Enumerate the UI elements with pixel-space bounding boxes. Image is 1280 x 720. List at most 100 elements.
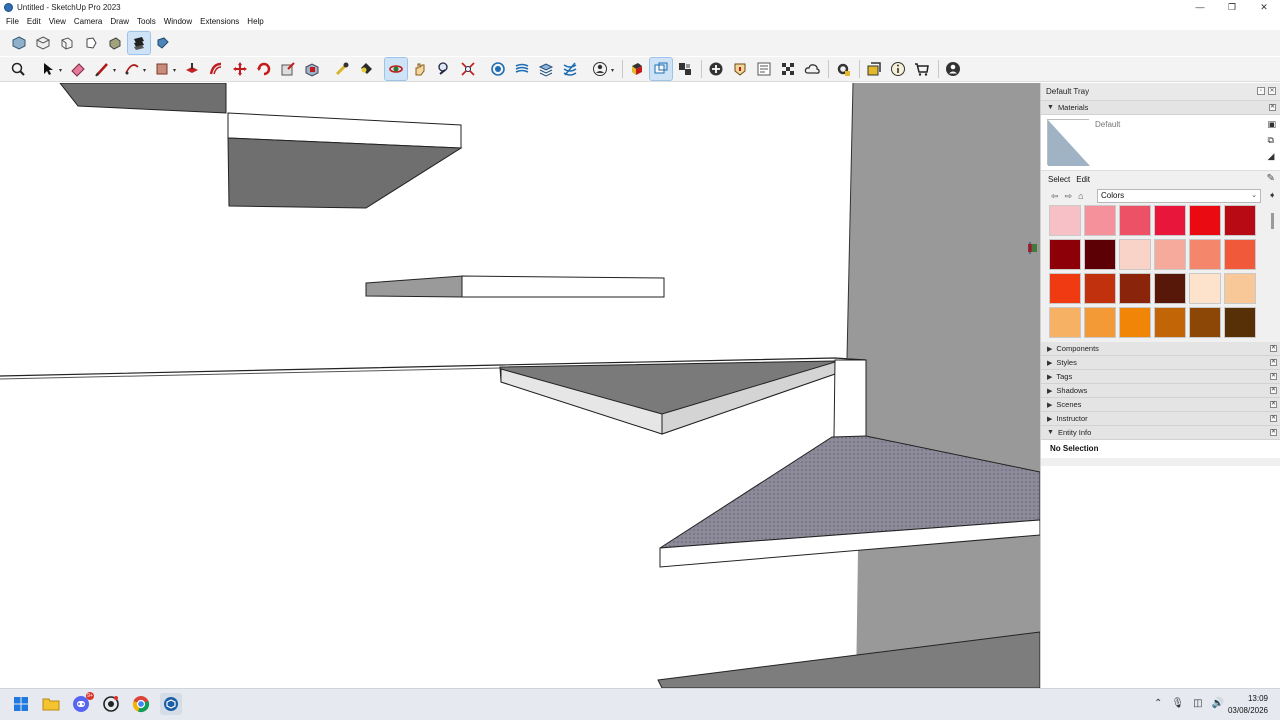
- right-view-icon[interactable]: [80, 32, 102, 54]
- orbit-icon[interactable]: [384, 57, 408, 81]
- minimize-button[interactable]: —: [1184, 0, 1216, 14]
- microphone-icon[interactable]: 🎙: [1171, 698, 1184, 709]
- rectangle-icon[interactable]: ▾: [151, 58, 176, 80]
- components-icon[interactable]: [626, 58, 648, 80]
- shadows-panel-header[interactable]: ▶ Shadows ✕: [1041, 384, 1280, 398]
- scenes-icon[interactable]: [674, 58, 696, 80]
- color-swatch[interactable]: [1154, 239, 1186, 270]
- menu-tools[interactable]: Tools: [133, 14, 160, 29]
- color-swatch[interactable]: [1154, 205, 1186, 236]
- zoom-icon[interactable]: [433, 58, 455, 80]
- color-swatch[interactable]: [1049, 307, 1081, 338]
- close-panel-icon[interactable]: ✕: [1270, 387, 1277, 394]
- sandbox-icon[interactable]: [511, 58, 533, 80]
- close-panel-icon[interactable]: ✕: [1270, 415, 1277, 422]
- color-swatch[interactable]: [1189, 239, 1221, 270]
- offset-icon[interactable]: [205, 58, 227, 80]
- network-icon[interactable]: ◫: [1193, 698, 1202, 709]
- chevron-up-icon[interactable]: ⌃: [1154, 698, 1162, 709]
- color-swatch[interactable]: [1119, 307, 1151, 338]
- color-swatch[interactable]: [1224, 307, 1256, 338]
- maximize-button[interactable]: ❐: [1216, 0, 1248, 14]
- styles-icon[interactable]: [559, 58, 581, 80]
- cloud-icon[interactable]: [801, 58, 823, 80]
- close-panel-icon[interactable]: ✕: [1270, 345, 1277, 352]
- collection-select[interactable]: Colors ⌄: [1097, 189, 1261, 203]
- chrome-icon[interactable]: [130, 693, 152, 715]
- color-swatch[interactable]: [1049, 205, 1081, 236]
- styles-panel-header[interactable]: ▶ Styles ✕: [1041, 356, 1280, 370]
- push-pull-icon[interactable]: [181, 58, 203, 80]
- menu-help[interactable]: Help: [243, 14, 267, 29]
- tags-panel-header[interactable]: ▶ Tags ✕: [1041, 370, 1280, 384]
- details-icon[interactable]: ➧: [1268, 190, 1276, 201]
- discord-icon[interactable]: 9+: [70, 692, 94, 715]
- back-view-icon[interactable]: [104, 32, 126, 54]
- home-icon[interactable]: ⌂: [1078, 191, 1083, 201]
- components-panel-header[interactable]: ▶ Components ✕: [1041, 342, 1280, 356]
- bottom-view-icon[interactable]: [152, 32, 174, 54]
- close-button[interactable]: ✕: [1248, 0, 1280, 14]
- left-view-icon[interactable]: [127, 31, 151, 55]
- lock-icon[interactable]: ▣: [1267, 119, 1276, 130]
- materials-panel-header[interactable]: ▼ Materials ✕: [1041, 101, 1280, 115]
- menu-edit[interactable]: Edit: [23, 14, 45, 29]
- zoom-extents-icon[interactable]: [457, 58, 479, 80]
- color-swatch[interactable]: [1189, 273, 1221, 304]
- close-panel-icon[interactable]: ✕: [1270, 429, 1277, 436]
- swatch-scrollbar[interactable]: [1271, 213, 1274, 229]
- sample-paint-icon[interactable]: ✎: [1267, 173, 1275, 184]
- add-location-icon[interactable]: [705, 58, 727, 80]
- close-tray-icon[interactable]: ✕: [1268, 87, 1276, 95]
- iso-view-icon[interactable]: [8, 32, 30, 54]
- forward-arrow-icon[interactable]: ⇨: [1065, 191, 1073, 202]
- color-swatch[interactable]: [1119, 239, 1151, 270]
- close-panel-icon[interactable]: ✕: [1269, 104, 1276, 111]
- color-swatch[interactable]: [1084, 205, 1116, 236]
- menu-window[interactable]: Window: [160, 14, 196, 29]
- color-swatch[interactable]: [1119, 205, 1151, 236]
- color-swatch[interactable]: [1084, 239, 1116, 270]
- color-swatch[interactable]: [1224, 205, 1256, 236]
- line-icon[interactable]: ▾: [91, 58, 116, 80]
- close-panel-icon[interactable]: ✕: [1270, 401, 1277, 408]
- windows-start-icon[interactable]: [10, 693, 32, 715]
- menu-view[interactable]: View: [45, 14, 70, 29]
- color-swatch[interactable]: [1119, 273, 1151, 304]
- close-panel-icon[interactable]: ✕: [1270, 359, 1277, 366]
- color-swatch[interactable]: [1154, 307, 1186, 338]
- color-swatch[interactable]: [1154, 273, 1186, 304]
- photo-texture-icon[interactable]: [777, 58, 799, 80]
- follow-me-icon[interactable]: [301, 58, 323, 80]
- layers-icon[interactable]: [535, 58, 557, 80]
- geo-icon[interactable]: [729, 58, 751, 80]
- back-arrow-icon[interactable]: ⇦: [1051, 191, 1059, 202]
- zoom-window-icon[interactable]: [7, 58, 29, 80]
- volume-icon[interactable]: 🔊: [1212, 698, 1224, 709]
- current-material-swatch[interactable]: [1047, 119, 1090, 166]
- system-clock[interactable]: 13:09 03/08/2026: [1228, 693, 1268, 717]
- color-swatch[interactable]: [1049, 239, 1081, 270]
- model-info-icon[interactable]: [753, 58, 775, 80]
- scenes-panel-header[interactable]: ▶ Scenes ✕: [1041, 398, 1280, 412]
- model-viewport[interactable]: [0, 83, 1040, 688]
- file-explorer-icon[interactable]: [40, 693, 62, 715]
- warehouse-icon[interactable]: [911, 58, 933, 80]
- color-swatch[interactable]: [1189, 307, 1221, 338]
- create-material-icon[interactable]: ⧉: [1267, 135, 1276, 146]
- menu-camera[interactable]: Camera: [70, 14, 106, 29]
- extension-manager-icon[interactable]: [832, 58, 854, 80]
- top-view-icon[interactable]: [32, 32, 54, 54]
- eraser-icon[interactable]: [67, 58, 89, 80]
- color-swatch[interactable]: [1049, 273, 1081, 304]
- paint-bucket-icon[interactable]: [355, 58, 377, 80]
- menu-file[interactable]: File: [2, 14, 23, 29]
- color-swatch[interactable]: [1224, 239, 1256, 270]
- entity-info-panel-header[interactable]: ▼ Entity Info ✕: [1041, 426, 1280, 440]
- sketchup-icon[interactable]: [160, 693, 182, 715]
- model-canvas[interactable]: [0, 83, 1040, 688]
- menu-extensions[interactable]: Extensions: [196, 14, 243, 29]
- github-icon[interactable]: [100, 693, 122, 715]
- scale-icon[interactable]: [277, 58, 299, 80]
- outliner-icon[interactable]: [863, 58, 885, 80]
